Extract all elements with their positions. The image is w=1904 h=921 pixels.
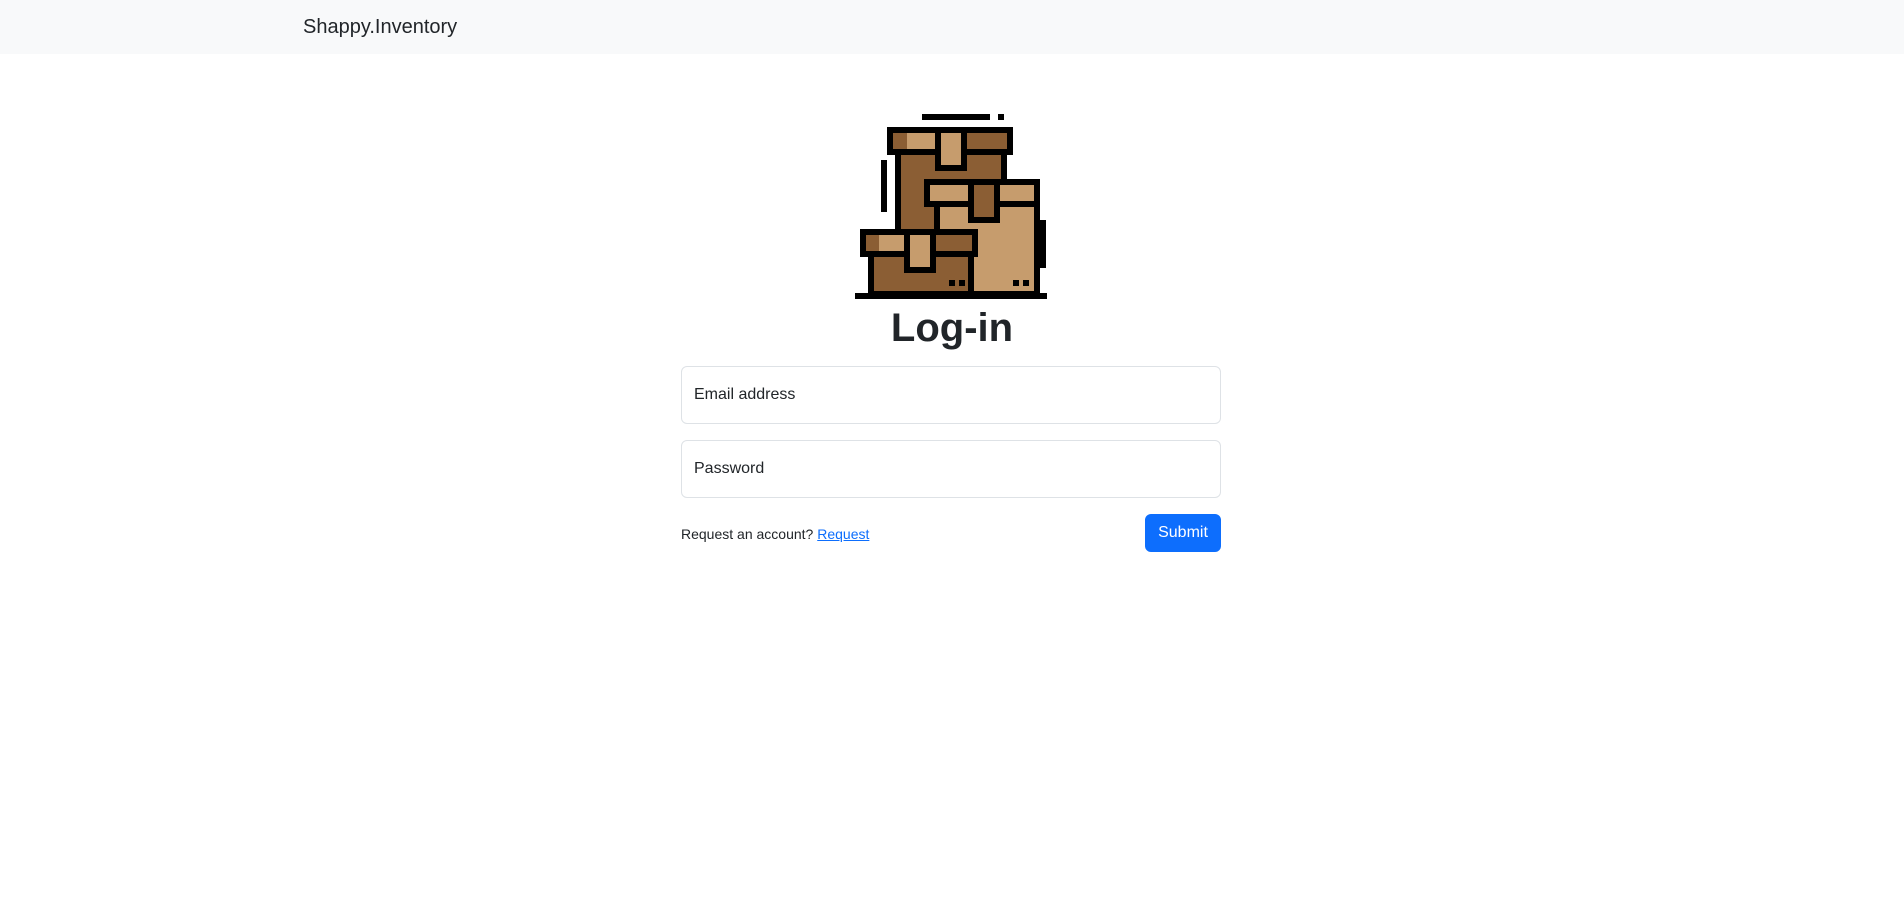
submit-button[interactable]: Submit bbox=[1145, 514, 1221, 552]
request-link[interactable]: Request bbox=[817, 526, 869, 542]
email-field[interactable] bbox=[681, 366, 1221, 424]
request-account-row: Request an account? Request bbox=[681, 525, 869, 543]
request-account-text: Request an account? bbox=[681, 526, 814, 542]
navbar: Shappy.Inventory bbox=[0, 0, 1904, 54]
page-title: Log-in bbox=[890, 306, 1014, 350]
password-field[interactable] bbox=[681, 440, 1221, 498]
boxes-icon bbox=[855, 114, 1047, 299]
brand-link[interactable]: Shappy.Inventory bbox=[303, 14, 457, 40]
